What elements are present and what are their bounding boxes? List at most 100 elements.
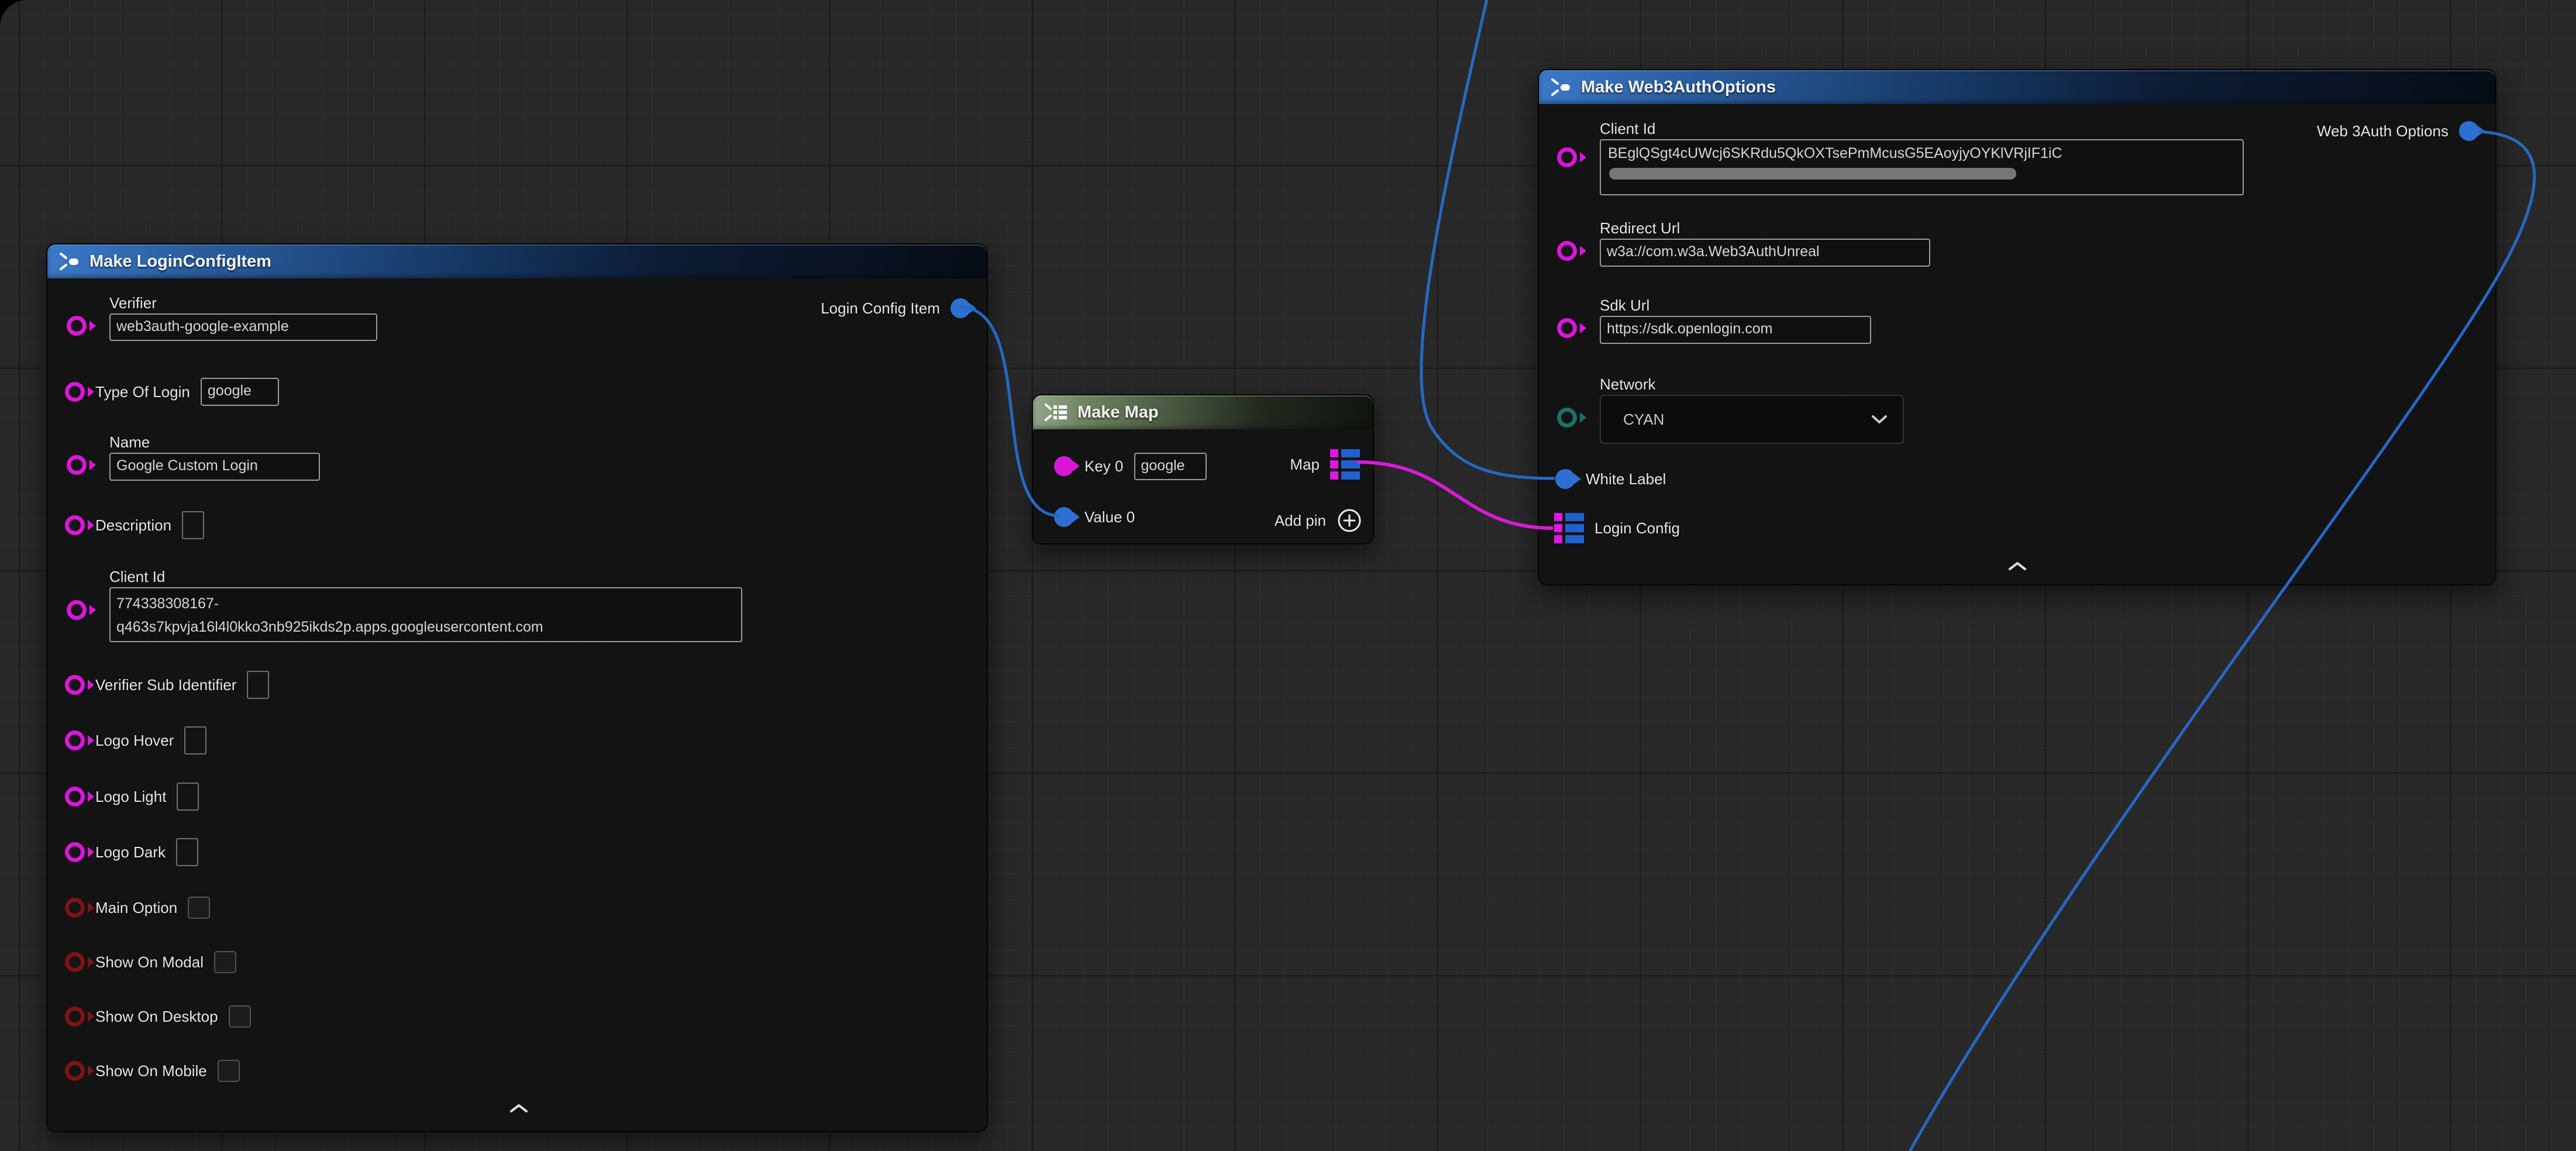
input-pin-key-0[interactable] (1054, 456, 1074, 476)
pin-label-show-on-desktop: Show On Desktop (95, 1008, 218, 1026)
pin-row-client-id: Client Id BEglQSgt4cUWcj6SKRdu5QkOXTsePm… (1555, 119, 2244, 195)
pin-label-web-3auth-options: Web 3Auth Options (2317, 122, 2448, 140)
client-id-line2: q463s7kpvja16l4l0kko3nb925ikds2p.apps.go… (116, 615, 735, 639)
pin-row-verifier: Verifier web3auth-google-example (65, 294, 377, 341)
pin-row-main-option: Main Option (65, 893, 210, 922)
node-title: Make LoginConfigItem (89, 252, 271, 271)
sdk-url-input[interactable]: https://sdk.openlogin.com (1600, 316, 1871, 344)
make-map-icon (1044, 401, 1069, 424)
input-pin-login-config[interactable] (1554, 513, 1584, 543)
input-pin-logo-hover[interactable] (65, 730, 85, 750)
collapse-node-button[interactable] (508, 1103, 529, 1114)
pin-label-logo-hover: Logo Hover (95, 732, 174, 750)
description-input[interactable] (182, 511, 204, 539)
node-header-make-web3auth-options[interactable]: Make Web3AuthOptions (1539, 70, 2495, 104)
pin-label-client-id: Client Id (109, 567, 742, 586)
input-pin-client-id[interactable] (1557, 147, 1577, 167)
pin-label-name: Name (109, 433, 320, 452)
logo-hover-input[interactable] (184, 726, 206, 754)
collapse-node-button[interactable] (2007, 561, 2028, 571)
pin-row-client-id: Client Id 774338308167- q463s7kpvja16l4l… (65, 567, 742, 642)
node-make-login-config-item[interactable]: Make LoginConfigItem Login Config Item V… (46, 243, 988, 1132)
client-id-scrollbar[interactable] (1609, 168, 2016, 180)
pin-label-network: Network (1600, 375, 1904, 394)
output-pin-map[interactable] (1330, 449, 1360, 480)
pin-row-description: Description (65, 511, 204, 540)
pin-row-verifier-sub-identifier: Verifier Sub Identifier (65, 670, 269, 699)
pin-row-network: Network CYAN (1555, 375, 1904, 444)
pin-row-map: Map (1290, 450, 1360, 479)
output-pin-web-3auth-options[interactable] (2459, 121, 2479, 141)
type-of-login-input[interactable]: google (201, 378, 279, 406)
pin-row-web-3auth-options: Web 3Auth Options (2317, 116, 2479, 146)
node-header-make-map[interactable]: Make Map (1033, 395, 1373, 429)
show-on-desktop-checkbox[interactable] (229, 1005, 251, 1028)
pin-label-value-0: Value 0 (1084, 508, 1135, 526)
pin-label-map: Map (1290, 456, 1320, 474)
show-on-mobile-checkbox[interactable] (218, 1060, 240, 1082)
pin-label-show-on-modal: Show On Modal (95, 953, 204, 971)
wire-map-to-login-config[interactable] (1357, 462, 1553, 528)
pin-label-client-id: Client Id (1600, 119, 2244, 138)
logo-dark-input[interactable] (176, 838, 198, 866)
verifier-sub-identifier-input[interactable] (247, 671, 269, 699)
pin-row-key-0: Key 0 google (1054, 452, 1207, 481)
pin-row-logo-hover: Logo Hover (65, 726, 206, 755)
pin-label-redirect-url: Redirect Url (1600, 219, 1930, 237)
input-pin-description[interactable] (65, 515, 85, 535)
add-pin-button[interactable] (1337, 508, 1362, 533)
client-id-input[interactable]: 774338308167- q463s7kpvja16l4l0kko3nb925… (109, 587, 742, 642)
chevron-down-icon (1871, 415, 1888, 424)
node-title: Make Web3AuthOptions (1581, 78, 1776, 97)
pin-row-redirect-url: Redirect Url w3a://com.w3a.Web3AuthUnrea… (1555, 219, 1930, 267)
show-on-modal-checkbox[interactable] (214, 951, 236, 973)
pin-row-show-on-modal: Show On Modal (65, 947, 236, 977)
pin-row-value-0: Value 0 (1054, 502, 1135, 532)
blueprint-graph-canvas[interactable]: Make LoginConfigItem Login Config Item V… (0, 0, 2576, 1151)
input-pin-verifier[interactable] (67, 316, 87, 336)
verifier-input[interactable]: web3auth-google-example (109, 313, 377, 341)
node-make-map[interactable]: Make Map Key 0 google Value 0 Map Add pi… (1032, 394, 1374, 545)
make-struct-icon (1549, 75, 1573, 99)
input-pin-name[interactable] (67, 455, 87, 475)
make-struct-icon (58, 250, 81, 273)
key-0-input[interactable]: google (1134, 453, 1207, 480)
input-pin-show-on-modal[interactable] (65, 952, 85, 972)
pin-label-verifier: Verifier (109, 294, 377, 312)
logo-light-input[interactable] (177, 783, 199, 811)
pin-label-login-config-item: Login Config Item (821, 299, 940, 318)
input-pin-network[interactable] (1557, 408, 1577, 428)
pin-label-type-of-login: Type Of Login (95, 383, 190, 401)
node-header-make-login-config-item[interactable]: Make LoginConfigItem (47, 244, 987, 278)
input-pin-show-on-desktop[interactable] (65, 1007, 85, 1026)
client-id-input[interactable]: BEglQSgt4cUWcj6SKRdu5QkOXTsePmMcusG5EAoy… (1600, 139, 2244, 195)
input-pin-white-label[interactable] (1555, 469, 1575, 489)
input-pin-type-of-login[interactable] (65, 382, 85, 402)
pin-label-sdk-url: Sdk Url (1600, 296, 1871, 315)
input-pin-logo-light[interactable] (65, 787, 85, 807)
pin-row-show-on-mobile: Show On Mobile (65, 1056, 240, 1085)
main-option-checkbox[interactable] (188, 897, 210, 919)
input-pin-verifier-sub-identifier[interactable] (65, 675, 85, 695)
network-dropdown[interactable]: CYAN (1600, 395, 1904, 444)
redirect-url-input[interactable]: w3a://com.w3a.Web3AuthUnreal (1600, 239, 1930, 267)
input-pin-client-id[interactable] (67, 600, 87, 620)
pin-label-white-label: White Label (1586, 470, 1666, 488)
pin-label-login-config: Login Config (1594, 519, 1680, 537)
name-input[interactable]: Google Custom Login (109, 453, 320, 481)
input-pin-main-option[interactable] (65, 898, 85, 918)
add-pin-label: Add pin (1275, 512, 1326, 530)
add-pin-row: Add pin (1275, 506, 1362, 535)
pin-label-verifier-sub-identifier: Verifier Sub Identifier (95, 676, 236, 694)
pin-label-show-on-mobile: Show On Mobile (95, 1062, 207, 1080)
input-pin-redirect-url[interactable] (1557, 241, 1577, 261)
input-pin-logo-dark[interactable] (65, 842, 85, 862)
node-make-web3auth-options[interactable]: Make Web3AuthOptions Web 3Auth Options C… (1538, 69, 2496, 585)
pin-row-logo-dark: Logo Dark (65, 838, 198, 867)
input-pin-sdk-url[interactable] (1557, 318, 1577, 338)
wire-offscreen-to-white-label[interactable] (1421, 0, 1555, 478)
pin-row-sdk-url: Sdk Url https://sdk.openlogin.com (1555, 296, 1871, 344)
pin-row-login-config: Login Config (1554, 514, 1680, 543)
input-pin-show-on-mobile[interactable] (65, 1061, 85, 1081)
client-id-text: BEglQSgt4cUWcj6SKRdu5QkOXTsePmMcusG5EAoy… (1608, 145, 2236, 162)
